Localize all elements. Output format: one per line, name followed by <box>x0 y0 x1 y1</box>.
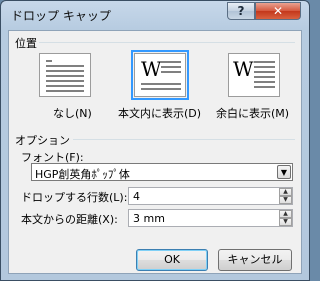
lines-spinbox[interactable]: 4 ▲ ▼ <box>128 187 293 205</box>
position-in-margin-label[interactable]: 余白に表示(M) <box>216 105 289 121</box>
dialog-title: ドロップ キャップ <box>11 9 111 23</box>
ok-button[interactable]: OK <box>136 249 208 271</box>
position-in-text-label[interactable]: 本文内に表示(D) <box>118 105 201 121</box>
distance-label: 本文からの距離(X): <box>21 213 118 226</box>
font-combobox[interactable]: HGP創英角ﾎﾟｯﾌﾟ体 ▼ <box>31 163 293 181</box>
distance-spin-buttons[interactable]: ▲ ▼ <box>279 210 292 226</box>
position-in-text-tile[interactable]: W <box>131 50 189 100</box>
dropcap-w-icon: W <box>141 57 162 81</box>
title-bar[interactable]: ドロップ キャップ ? ✕ <box>1 1 309 29</box>
spin-up-icon[interactable]: ▲ <box>279 188 292 196</box>
drop-cap-dialog: ドロップ キャップ ? ✕ 位置 なし(N) W 本文内に表示(D) W 余白に… <box>0 0 310 281</box>
position-separator <box>39 42 295 43</box>
dialog-body: 位置 なし(N) W 本文内に表示(D) W 余白に表示(M) オプション フォ… <box>8 30 302 274</box>
close-button[interactable]: ✕ <box>255 2 301 20</box>
font-value: HGP創英角ﾎﾟｯﾌﾟ体 <box>35 168 130 181</box>
position-section-label: 位置 <box>15 37 37 50</box>
lines-spin-buttons[interactable]: ▲ ▼ <box>279 188 292 204</box>
cancel-button[interactable]: キャンセル <box>218 249 292 271</box>
spin-down-icon[interactable]: ▼ <box>279 196 292 204</box>
distance-value: 3 mm <box>133 212 165 225</box>
options-separator <box>73 139 295 140</box>
text-lines-icon <box>141 83 181 93</box>
spin-down-icon[interactable]: ▼ <box>279 218 292 226</box>
spin-up-icon[interactable]: ▲ <box>279 210 292 218</box>
lines-value: 4 <box>133 190 140 203</box>
distance-spinbox[interactable]: 3 mm ▲ ▼ <box>128 209 293 227</box>
lines-label: ドロップする行数(L): <box>21 191 128 204</box>
position-none-label[interactable]: なし(N) <box>53 105 92 121</box>
text-lines-icon <box>46 60 84 95</box>
position-in-margin-tile[interactable]: W <box>228 53 280 97</box>
text-lines-icon <box>254 61 275 91</box>
help-button[interactable]: ? <box>227 2 255 20</box>
options-section-label: オプション <box>15 134 70 147</box>
text-lines-icon <box>161 61 181 76</box>
dropdown-arrow-icon[interactable]: ▼ <box>277 165 291 179</box>
dropcap-w-icon: W <box>233 57 254 81</box>
position-none-tile[interactable] <box>39 53 91 97</box>
